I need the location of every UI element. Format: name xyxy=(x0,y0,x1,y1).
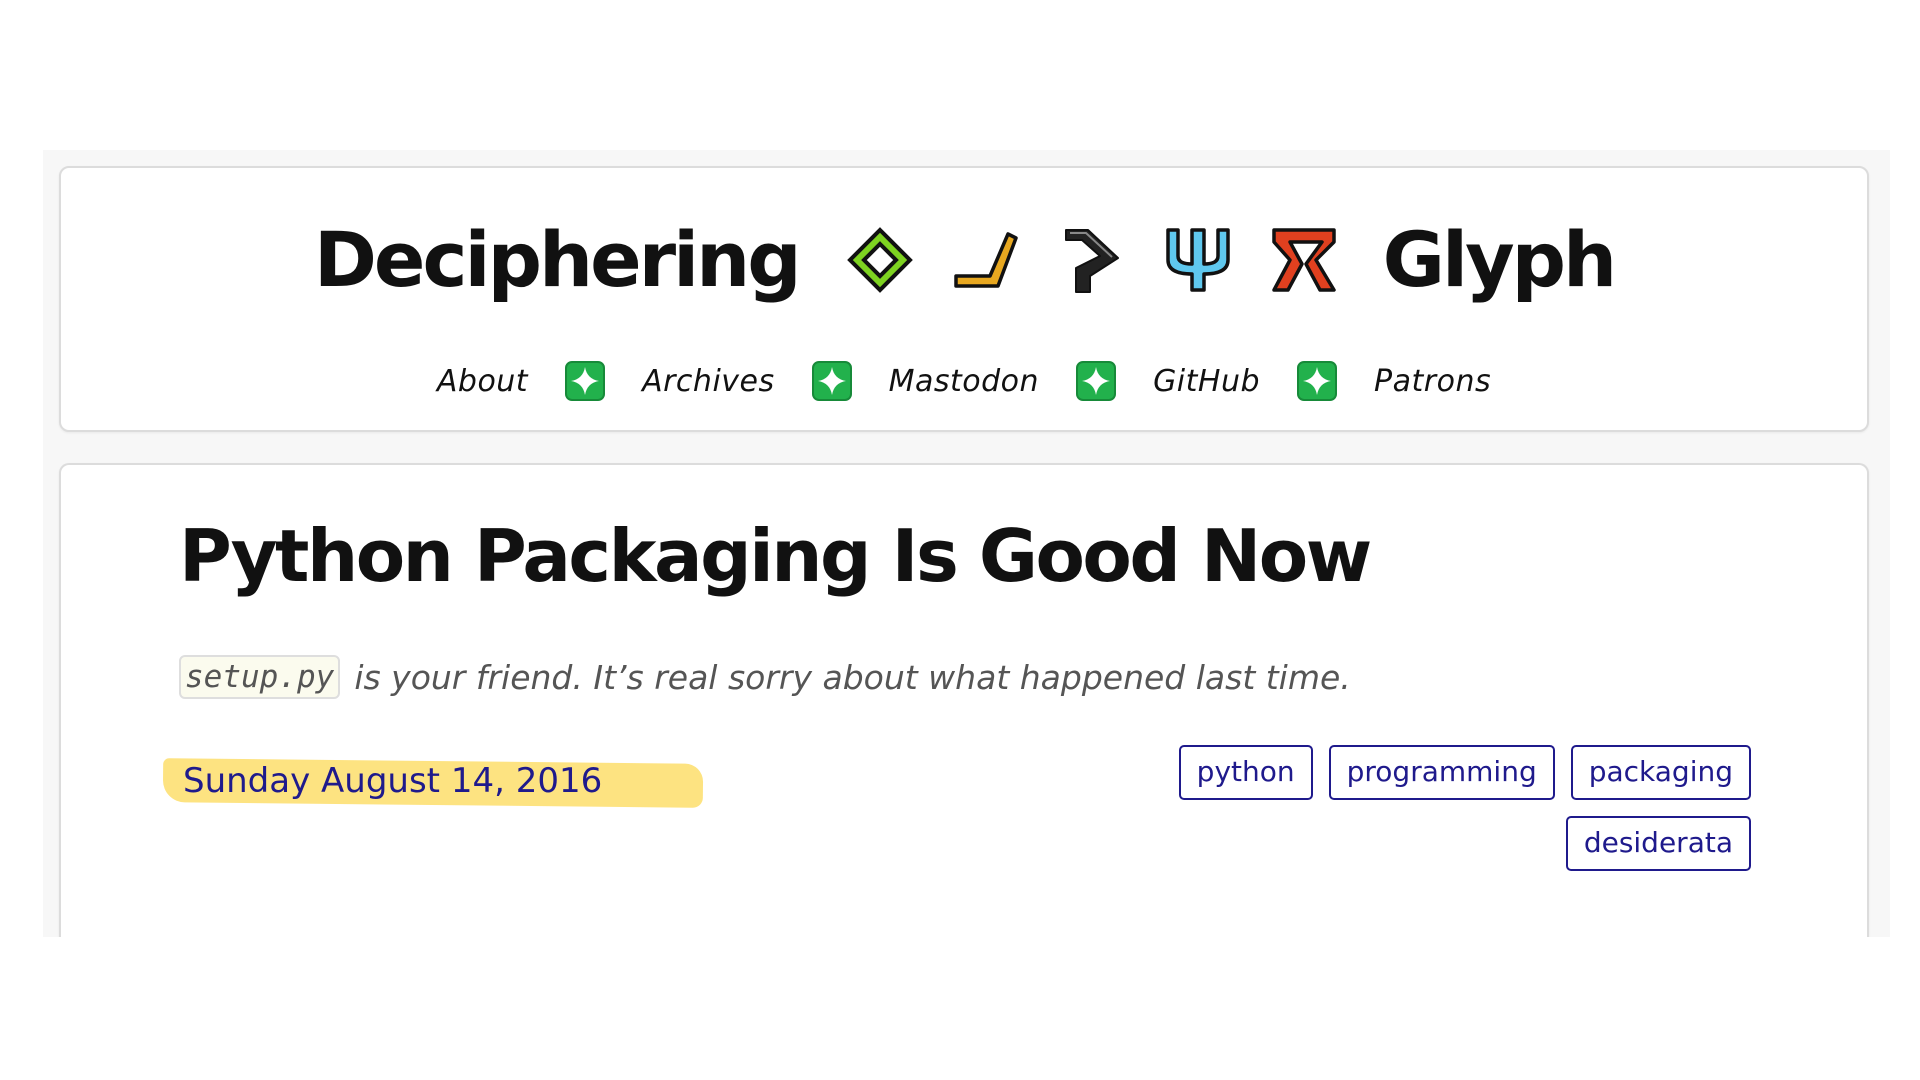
post-card: Python Packaging Is Good Now setup.py is… xyxy=(59,463,1869,937)
blue-trident-icon xyxy=(1162,220,1234,300)
red-r-icon xyxy=(1268,220,1340,300)
site-header: Deciphering Glyph About Archives Mastodo… xyxy=(59,166,1869,432)
post-date-link[interactable]: Sunday August 14, 2016 xyxy=(183,761,602,801)
sparkle-icon xyxy=(564,360,606,402)
nav-link-github[interactable]: GitHub xyxy=(1153,364,1260,399)
sparkle-icon xyxy=(1075,360,1117,402)
black-angle-icon xyxy=(1056,220,1128,300)
tag-python[interactable]: python xyxy=(1178,745,1313,800)
tag-packaging[interactable]: packaging xyxy=(1570,745,1751,800)
post-title[interactable]: Python Packaging Is Good Now xyxy=(179,516,1372,596)
sparkle-icon xyxy=(1296,360,1338,402)
orange-check-icon xyxy=(950,220,1022,300)
green-diamond-icon xyxy=(844,220,916,300)
sparkle-icon xyxy=(811,360,853,402)
site-title-right: Glyph xyxy=(1382,215,1617,304)
nav-link-archives[interactable]: Archives xyxy=(642,364,775,399)
site-nav: About Archives Mastodon GitHub Patrons xyxy=(61,358,1867,404)
post-subtitle: setup.py is your friend. It’s real sorry… xyxy=(179,655,1351,699)
post-date-container: Sunday August 14, 2016 xyxy=(162,755,704,809)
nav-link-mastodon[interactable]: Mastodon xyxy=(889,364,1039,399)
site-title-left: Deciphering xyxy=(313,215,802,304)
nav-link-about[interactable]: About xyxy=(437,364,528,399)
subtitle-text: is your friend. It’s real sorry about wh… xyxy=(354,657,1351,697)
glyph-logo xyxy=(827,220,1357,300)
site-title[interactable]: Deciphering Glyph xyxy=(61,210,1867,310)
subtitle-code: setup.py xyxy=(179,655,341,699)
tag-list: python programming packaging desiderata xyxy=(1151,745,1751,871)
tag-desiderata[interactable]: desiderata xyxy=(1565,815,1751,871)
nav-link-patrons[interactable]: Patrons xyxy=(1374,364,1491,399)
tag-programming[interactable]: programming xyxy=(1328,745,1555,800)
page-frame: Deciphering Glyph About Archives Mastodo… xyxy=(43,150,1890,937)
